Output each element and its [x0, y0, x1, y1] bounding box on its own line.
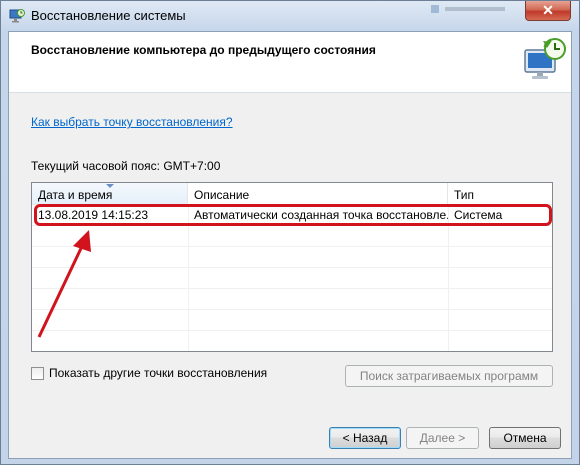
scan-affected-programs-button[interactable]: Поиск затрагиваемых программ	[345, 365, 553, 387]
back-button[interactable]: < Назад	[329, 427, 401, 449]
window-title: Восстановление системы	[31, 8, 186, 23]
column-header-description[interactable]: Описание	[188, 183, 448, 204]
timezone-label: Текущий часовой пояс: GMT+7:00	[31, 159, 221, 173]
column-header-date[interactable]: Дата и время	[32, 183, 188, 204]
grid-line	[32, 288, 552, 289]
highlight-annotation	[34, 204, 552, 226]
column-header-type[interactable]: Тип	[448, 183, 552, 204]
wizard-client-area: Восстановление компьютера до предыдущего…	[8, 31, 572, 459]
show-more-checkbox[interactable]	[31, 367, 44, 380]
grid-line	[32, 246, 552, 247]
background-window-icon	[431, 5, 505, 13]
grid-line	[32, 330, 552, 331]
list-header: Дата и время Описание Тип	[32, 183, 552, 205]
column-header-type-label: Тип	[454, 188, 475, 202]
title-bar[interactable]: Восстановление системы ✕	[1, 1, 579, 31]
grid-line	[32, 267, 552, 268]
close-button[interactable]: ✕	[525, 1, 571, 21]
show-more-label[interactable]: Показать другие точки восстановления	[49, 366, 267, 380]
sort-down-icon	[106, 184, 114, 188]
cancel-button[interactable]: Отмена	[489, 427, 561, 449]
window: Восстановление системы ✕ Восстановление …	[0, 0, 580, 465]
grid-line	[32, 309, 552, 310]
system-restore-small-icon	[9, 9, 25, 23]
how-to-choose-restore-point-link[interactable]: Как выбрать точку восстановления?	[31, 115, 233, 129]
close-icon: ✕	[542, 2, 554, 18]
system-restore-icon	[524, 38, 566, 79]
column-header-date-label: Дата и время	[38, 188, 113, 202]
column-header-description-label: Описание	[194, 188, 250, 202]
wizard-header: Восстановление компьютера до предыдущего…	[9, 32, 571, 93]
page-title: Восстановление компьютера до предыдущего…	[31, 43, 376, 57]
next-button[interactable]: Далее >	[406, 427, 479, 449]
